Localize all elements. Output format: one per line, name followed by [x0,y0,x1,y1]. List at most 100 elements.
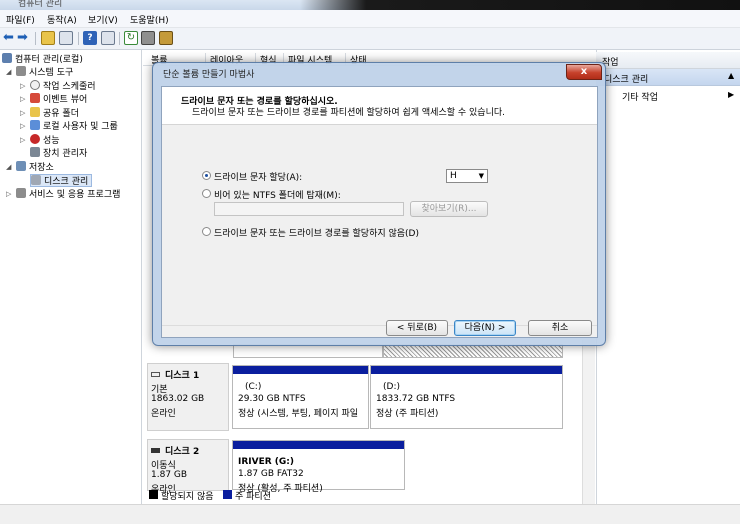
actions-pane [596,50,740,504]
dialog-subheading: 드라이브 문자 또는 드라이브 경로를 파티션에 할당하여 쉽게 액세스할 수 … [192,108,505,118]
tree-item-system-tools[interactable]: 시스템 도구 [16,66,73,79]
vertical-scrollbar[interactable] [582,340,595,504]
disk-icon [31,175,41,185]
partition-d-size: 1833.72 GB NTFS [376,394,456,404]
partition-c-status: 정상 (시스템, 부팅, 페이지 파일 [238,409,359,419]
partition-c-label: (C:) [245,382,262,392]
users-icon [30,120,40,130]
primary-partition-bar [233,366,368,374]
legend-primary-swatch [223,490,232,499]
collapse-triangle-icon[interactable]: ◢ [6,161,11,174]
radio-assign-letter-label[interactable]: 드라이브 문자 할당(A): [214,170,302,183]
ntfs-folder-path-input[interactable] [214,202,404,216]
partition-d-label: (D:) [383,382,400,392]
partition-block[interactable] [233,344,383,358]
menu-view[interactable]: 보기(V) [88,13,118,26]
tree-item-event-viewer[interactable]: 이벤트 뷰어 [30,93,87,106]
help-icon[interactable]: ? [83,31,97,45]
partition-d[interactable]: (D:) 1833.72 GB NTFS 정상 (주 파티션) [370,365,563,429]
actions-more-actions[interactable]: 기타 작업 [622,90,658,103]
actions-section-disk-management[interactable]: 디스크 관리 ▲ [596,69,740,86]
submenu-arrow-icon[interactable]: ▶ [728,90,734,99]
export-icon[interactable] [141,31,155,45]
partition-d-status: 정상 (주 파티션) [376,409,439,419]
menu-help[interactable]: 도움말(H) [130,13,169,26]
device-manager-icon [30,147,40,157]
partition-block-hatched[interactable] [383,344,563,358]
menu-bar: 파일(F) 동작(A) 보기(V) 도움말(H) [0,10,740,28]
chevron-down-icon: ▼ [478,172,484,180]
tools-icon [16,66,26,76]
console-tree-icon[interactable] [59,31,73,45]
radio-no-letter-label[interactable]: 드라이브 문자 또는 드라이브 경로를 할당하지 않음(D) [214,226,419,239]
disk-2-name: 디스크 2 [151,444,199,457]
next-button[interactable]: 다음(N) > [454,320,516,336]
tree-item-task-scheduler[interactable]: 작업 스케줄러 [30,80,96,93]
dialog-header: 드라이브 문자 또는 경로를 할당하십시오. 드라이브 문자 또는 드라이브 경… [162,87,597,125]
clock-icon [30,80,40,90]
expand-triangle-icon[interactable]: ▷ [6,188,11,201]
expand-triangle-icon[interactable]: ▷ [20,93,25,106]
performance-icon [30,134,40,144]
disk-2-size: 1.87 GB [151,470,188,480]
disk-1-label[interactable]: 디스크 1 기본 1863.02 GB 온라인 [147,363,229,431]
legend-primary: 주 파티션 [235,492,271,502]
tree-item-shared-folders[interactable]: 공유 폴더 [30,107,79,120]
primary-partition-bar [371,366,562,374]
partition-g-size: 1.87 GB FAT32 [238,469,304,479]
disk-1-size: 1863.02 GB [151,394,205,404]
legend-unallocated: 할당되지 않음 [161,492,214,502]
tree-item-disk-management[interactable]: 디스크 관리 [30,174,93,187]
services-icon [16,188,26,198]
cancel-button[interactable]: 취소 [528,320,592,336]
dialog-title: 단순 볼륨 만들기 마법사 [163,70,255,80]
menu-file[interactable]: 파일(F) [6,13,35,26]
collapse-triangle-icon[interactable]: ◢ [6,66,11,79]
radio-mount-ntfs-label[interactable]: 비어 있는 NTFS 폴더에 탑재(M): [214,188,341,201]
tree-item-services[interactable]: 서비스 및 응용 프로그램 [16,188,120,201]
expand-triangle-icon[interactable]: ▷ [20,120,25,133]
event-viewer-icon [30,93,40,103]
radio-mount-ntfs[interactable] [202,189,211,198]
partition-c-size: 29.30 GB NTFS [238,394,306,404]
expand-triangle-icon[interactable]: ▷ [20,134,25,147]
tree-item-storage[interactable]: 저장소 [16,161,54,174]
options-icon[interactable] [159,31,173,45]
refresh-icon[interactable]: ↻ [124,31,138,45]
partition-c[interactable]: (C:) 29.30 GB NTFS 정상 (시스템, 부팅, 페이지 파일 [232,365,369,429]
close-icon[interactable]: x [566,64,602,80]
console-tree: 컴퓨터 관리(로컬) ◢ 시스템 도구 ▷ 작업 스케줄러 ▷ 이벤트 뷰어 ▷… [0,50,142,504]
menu-action[interactable]: 동작(A) [47,13,77,26]
browse-button[interactable]: 찾아보기(R)... [410,201,488,217]
expand-triangle-icon[interactable]: ▷ [20,107,25,120]
legend: 할당되지 않음 주 파티션 [143,488,583,502]
drive-letter-value: H [450,171,457,181]
tree-item-performance[interactable]: 성능 [30,134,60,147]
tree-item-device-manager[interactable]: 장치 관리자 [30,147,87,160]
radio-no-letter[interactable] [202,227,211,236]
tree-item-computer-management[interactable]: 컴퓨터 관리(로컬) [2,53,83,66]
forward-arrow-icon[interactable]: ➡ [17,31,31,45]
actions-section-title: 디스크 관리 [604,75,649,85]
partition-g[interactable]: IRIVER (G:) 1.87 GB FAT32 정상 (활성, 주 파티션) [232,440,405,494]
drive-letter-select[interactable]: H ▼ [446,169,488,183]
back-button[interactable]: < 뒤로(B) [386,320,448,336]
shared-folder-icon [30,107,40,117]
up-folder-icon[interactable] [41,31,55,45]
radio-assign-letter[interactable] [202,171,211,180]
actions-header: 작업 [596,52,740,69]
tree-item-local-users[interactable]: 로컬 사용자 및 그룹 [30,120,118,133]
toolbar: ⬅ ➡ ? ↻ [0,28,740,50]
toolbar-separator [35,32,36,45]
storage-icon [16,161,26,171]
new-simple-volume-wizard: 단순 볼륨 만들기 마법사 x 드라이브 문자 또는 경로를 할당하십시오. 드… [152,62,606,346]
primary-partition-bar [233,441,404,449]
expand-triangle-icon[interactable]: ▷ [20,80,25,93]
collapse-up-icon[interactable]: ▲ [728,71,734,80]
back-arrow-icon[interactable]: ⬅ [3,31,17,45]
disk-2-label[interactable]: 디스크 2 이동식 1.87 GB 온라인 [147,439,229,495]
properties-icon[interactable] [101,31,115,45]
computer-icon [2,53,12,63]
status-bar [0,504,740,524]
toolbar-separator [119,32,120,45]
